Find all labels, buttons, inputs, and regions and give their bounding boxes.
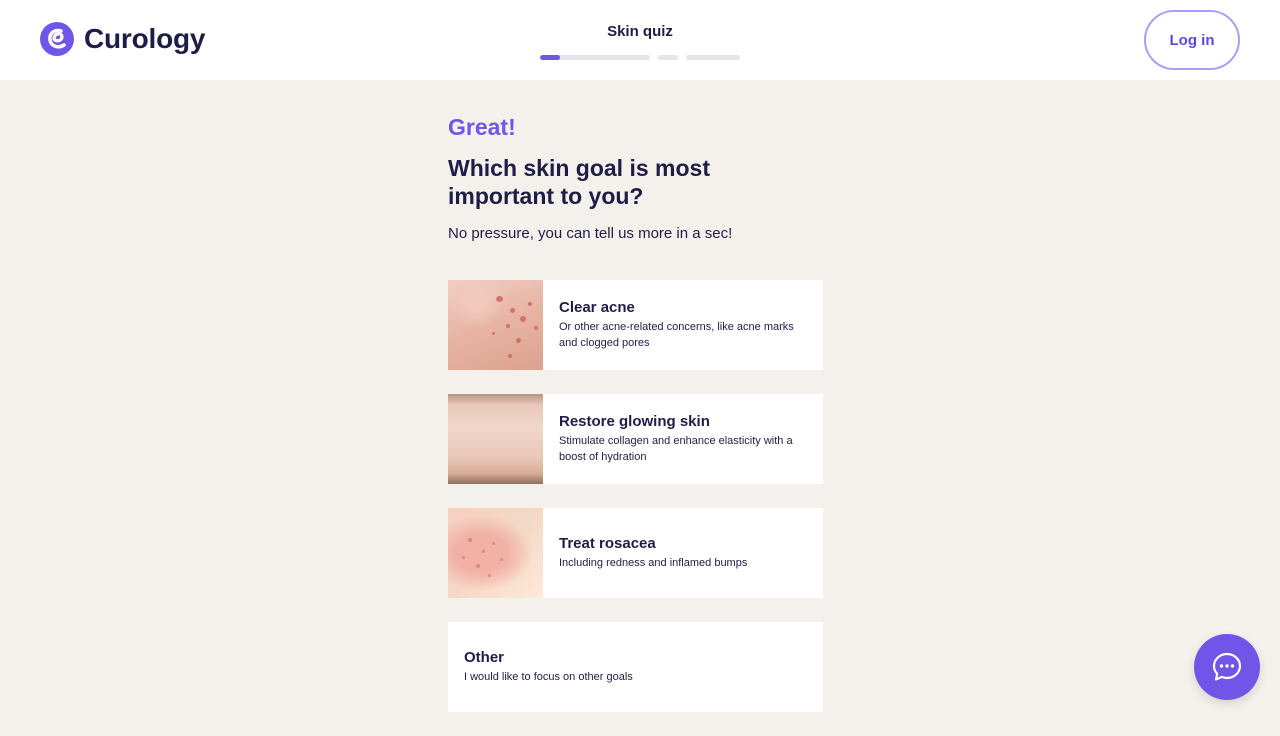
option-description: Or other acne-related concerns, like acn… (559, 321, 794, 349)
option-treat-rosacea[interactable]: Treat rosacea Including redness and infl… (448, 508, 823, 598)
option-other[interactable]: Other I would like to focus on other goa… (448, 622, 823, 712)
option-clear-acne[interactable]: Clear acne Or other acne-related concern… (448, 280, 823, 370)
option-treat-rosacea-body: Treat rosacea Including redness and infl… (543, 508, 763, 598)
acne-skin-image (448, 280, 543, 370)
progress-segment-3 (686, 55, 740, 60)
progress-segment-2 (658, 55, 678, 60)
chat-button[interactable] (1194, 634, 1260, 700)
rosacea-skin-image (448, 508, 543, 598)
progress-segment-1-fill (540, 55, 560, 60)
eyebrow-text: Great! (448, 114, 516, 140)
login-button[interactable]: Log in (1144, 10, 1240, 70)
top-header: Curology Skin quiz Log in (0, 0, 1280, 80)
question-subtitle: No pressure, you can tell us more in a s… (448, 225, 733, 242)
chat-bubble-icon (1212, 652, 1242, 681)
option-description: Stimulate collagen and enhance elasticit… (559, 435, 793, 463)
answer-options: Clear acne Or other acne-related concern… (448, 280, 823, 736)
option-title: Treat rosacea (559, 535, 656, 552)
option-restore-glowing-skin[interactable]: Restore glowing skin Stimulate collagen … (448, 394, 823, 484)
option-other-body: Other I would like to focus on other goa… (448, 622, 649, 712)
option-restore-glowing-skin-body: Restore glowing skin Stimulate collagen … (543, 394, 823, 484)
option-description: I would like to focus on other goals (464, 671, 633, 683)
question-heading: Which skin goal is most important to you… (448, 155, 710, 209)
progress-segment-1 (540, 55, 650, 60)
option-title: Clear acne (559, 299, 635, 316)
option-description: Including redness and inflamed bumps (559, 557, 748, 569)
option-clear-acne-body: Clear acne Or other acne-related concern… (543, 280, 823, 370)
brand-name: Curology (84, 23, 206, 54)
option-title: Other (464, 649, 505, 666)
curology-logo-icon (40, 22, 74, 56)
question-section: Great! Which skin goal is most important… (448, 112, 823, 244)
quiz-title: Skin quiz (607, 23, 673, 40)
option-title: Restore glowing skin (559, 413, 710, 430)
curology-logo[interactable]: Curology (40, 22, 205, 56)
glowing-skin-image (448, 394, 543, 484)
